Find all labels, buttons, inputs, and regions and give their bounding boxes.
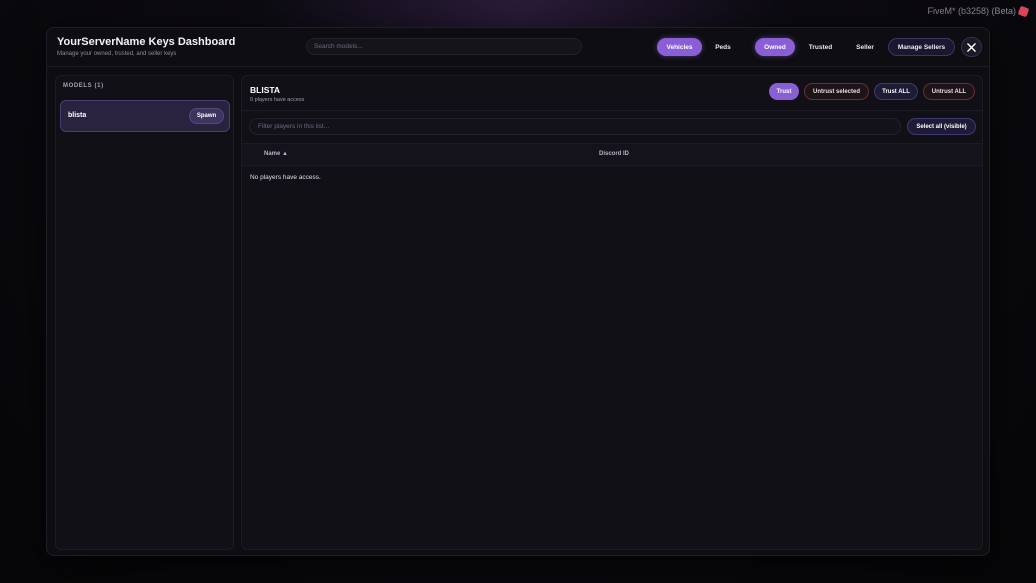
model-name: blista (68, 112, 87, 119)
search-models-input[interactable] (306, 38, 582, 55)
divider (242, 110, 982, 111)
trust-button[interactable]: Trust (769, 83, 799, 100)
spawn-button[interactable]: Spawn (189, 108, 224, 124)
close-button[interactable] (961, 37, 982, 57)
trust-all-button[interactable]: Trust ALL (874, 83, 918, 100)
fivem-logo-icon (1017, 5, 1030, 17)
models-heading: MODELS (1) (63, 83, 104, 89)
close-icon (967, 42, 976, 52)
column-discord-id[interactable]: Discord ID (599, 151, 629, 157)
dashboard-header: YourServerName Keys Dashboard Manage you… (47, 28, 989, 67)
tab-trusted[interactable]: Trusted (800, 38, 841, 56)
column-name[interactable]: Name ▲ (264, 151, 288, 157)
untrust-selected-button[interactable]: Untrust selected (804, 83, 869, 100)
untrust-all-button[interactable]: Untrust ALL (923, 83, 975, 100)
tab-seller[interactable]: Seller (847, 38, 883, 56)
filter-players-input[interactable] (249, 118, 901, 135)
keys-dashboard-window: YourServerName Keys Dashboard Manage you… (46, 27, 990, 556)
fivem-watermark: FiveM* (b3258) (Beta) (927, 5, 1030, 17)
dashboard-subtitle: Manage your owned, trusted, and seller k… (57, 51, 177, 57)
empty-table-message: No players have access. (250, 174, 321, 181)
dashboard-title: YourServerName Keys Dashboard (57, 36, 236, 48)
players-table-header: Name ▲ Discord ID (242, 143, 982, 166)
select-all-visible-button[interactable]: Select all (visible) (907, 118, 976, 135)
model-detail-panel: BLISTA 0 players have access Trust Untru… (241, 75, 983, 550)
tab-owned[interactable]: Owned (755, 38, 795, 56)
tab-peds[interactable]: Peds (706, 38, 740, 56)
tab-vehicles[interactable]: Vehicles (657, 38, 702, 56)
model-title: BLISTA (250, 85, 281, 95)
watermark-text: FiveM* (b3258) (Beta) (927, 6, 1016, 16)
access-count: 0 players have access (250, 97, 305, 103)
model-item-blista[interactable]: blista Spawn (60, 100, 230, 132)
models-sidebar: MODELS (1) blista Spawn (55, 75, 234, 550)
manage-sellers-button[interactable]: Manage Sellers (888, 38, 955, 56)
